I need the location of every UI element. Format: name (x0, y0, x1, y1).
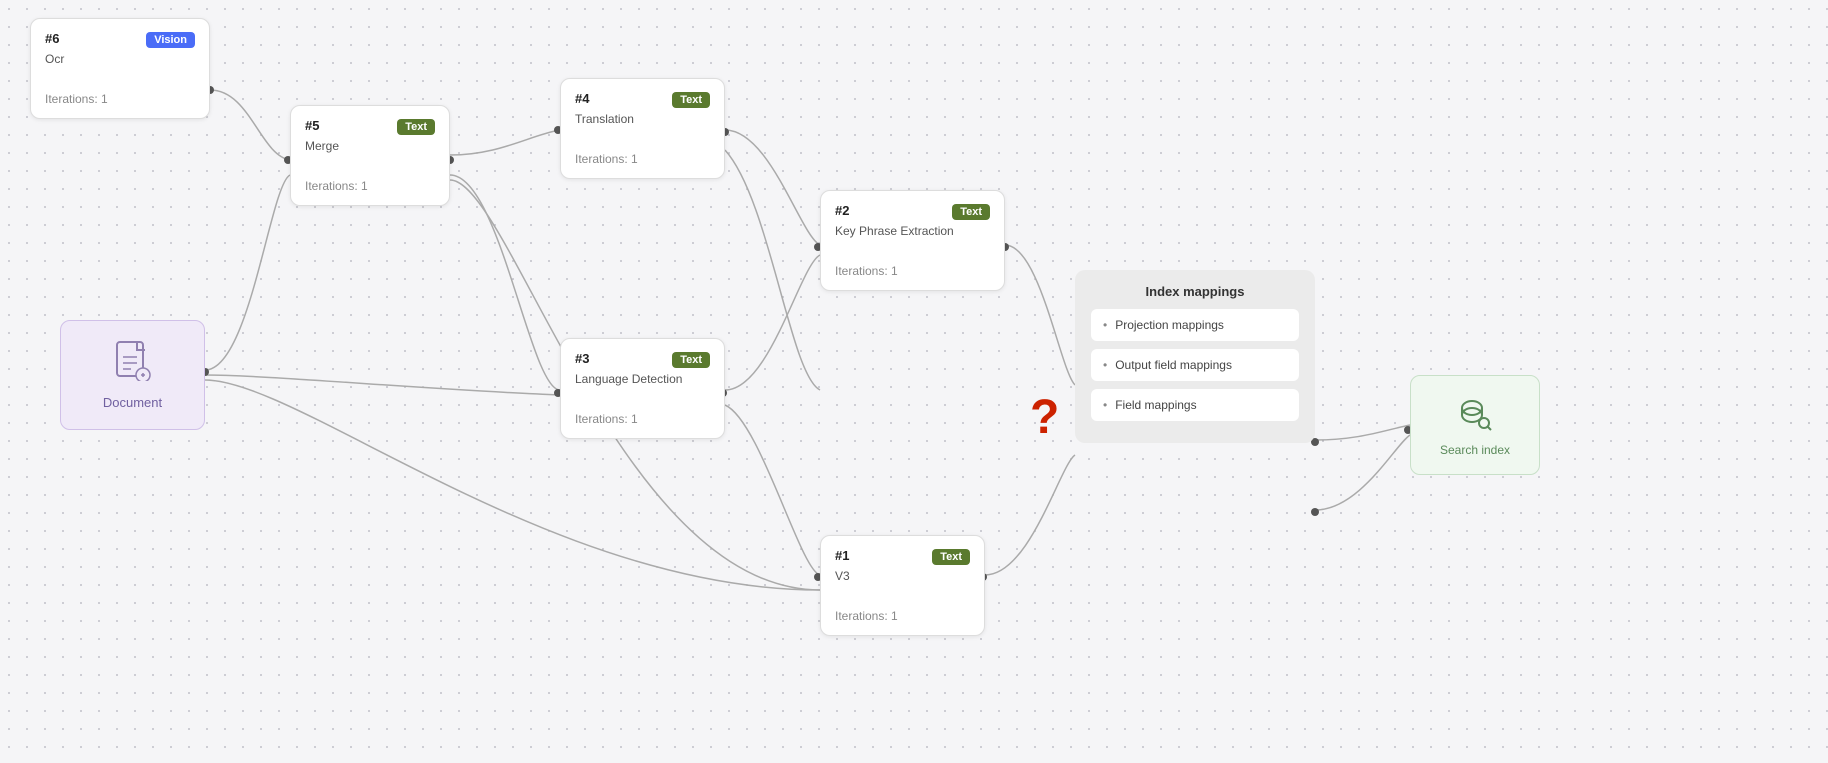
node-2-subtitle: Key Phrase Extraction (835, 224, 990, 238)
node-3-iterations: Iterations: 1 (575, 412, 710, 426)
node-2[interactable]: #2 Text Key Phrase Extraction Iterations… (820, 190, 1005, 291)
node-5-badge: Text (397, 119, 435, 135)
node-1-subtitle: V3 (835, 569, 970, 583)
document-node[interactable]: Document (60, 320, 205, 430)
node-5-subtitle: Merge (305, 139, 435, 153)
node-4[interactable]: #4 Text Translation Iterations: 1 (560, 78, 725, 179)
node-5-iterations: Iterations: 1 (305, 179, 435, 193)
node-3-subtitle: Language Detection (575, 372, 710, 386)
search-index-node[interactable]: Search index (1410, 375, 1540, 475)
search-index-icon (1456, 394, 1494, 439)
node-1[interactable]: #1 Text V3 Iterations: 1 (820, 535, 985, 636)
node-4-id: #4 (575, 91, 589, 106)
node-6-subtitle: Ocr (45, 52, 195, 66)
index-panel-title: Index mappings (1091, 284, 1299, 299)
node-6-iterations: Iterations: 1 (45, 92, 195, 106)
node-1-id: #1 (835, 548, 849, 563)
node-4-iterations: Iterations: 1 (575, 152, 710, 166)
index-mappings-panel: Index mappings Projection mappings Outpu… (1075, 270, 1315, 443)
field-mappings-item[interactable]: Field mappings (1091, 389, 1299, 421)
projection-mappings-item[interactable]: Projection mappings (1091, 309, 1299, 341)
document-label: Document (103, 395, 162, 410)
node-4-badge: Text (672, 92, 710, 108)
node-2-badge: Text (952, 204, 990, 220)
node-5[interactable]: #5 Text Merge Iterations: 1 (290, 105, 450, 206)
search-index-label: Search index (1440, 443, 1510, 457)
node-6-id: #6 (45, 31, 59, 46)
document-icon (115, 341, 151, 389)
node-3-id: #3 (575, 351, 589, 366)
node-2-id: #2 (835, 203, 849, 218)
node-6-badge: Vision (146, 32, 195, 48)
node-2-iterations: Iterations: 1 (835, 264, 990, 278)
node-4-subtitle: Translation (575, 112, 710, 126)
output-field-mappings-item[interactable]: Output field mappings (1091, 349, 1299, 381)
node-6[interactable]: #6 Vision Ocr Iterations: 1 (30, 18, 210, 119)
question-mark: ? (1030, 390, 1059, 445)
node-1-badge: Text (932, 549, 970, 565)
node-3-badge: Text (672, 352, 710, 368)
node-3[interactable]: #3 Text Language Detection Iterations: 1 (560, 338, 725, 439)
node-1-iterations: Iterations: 1 (835, 609, 970, 623)
node-5-id: #5 (305, 118, 319, 133)
